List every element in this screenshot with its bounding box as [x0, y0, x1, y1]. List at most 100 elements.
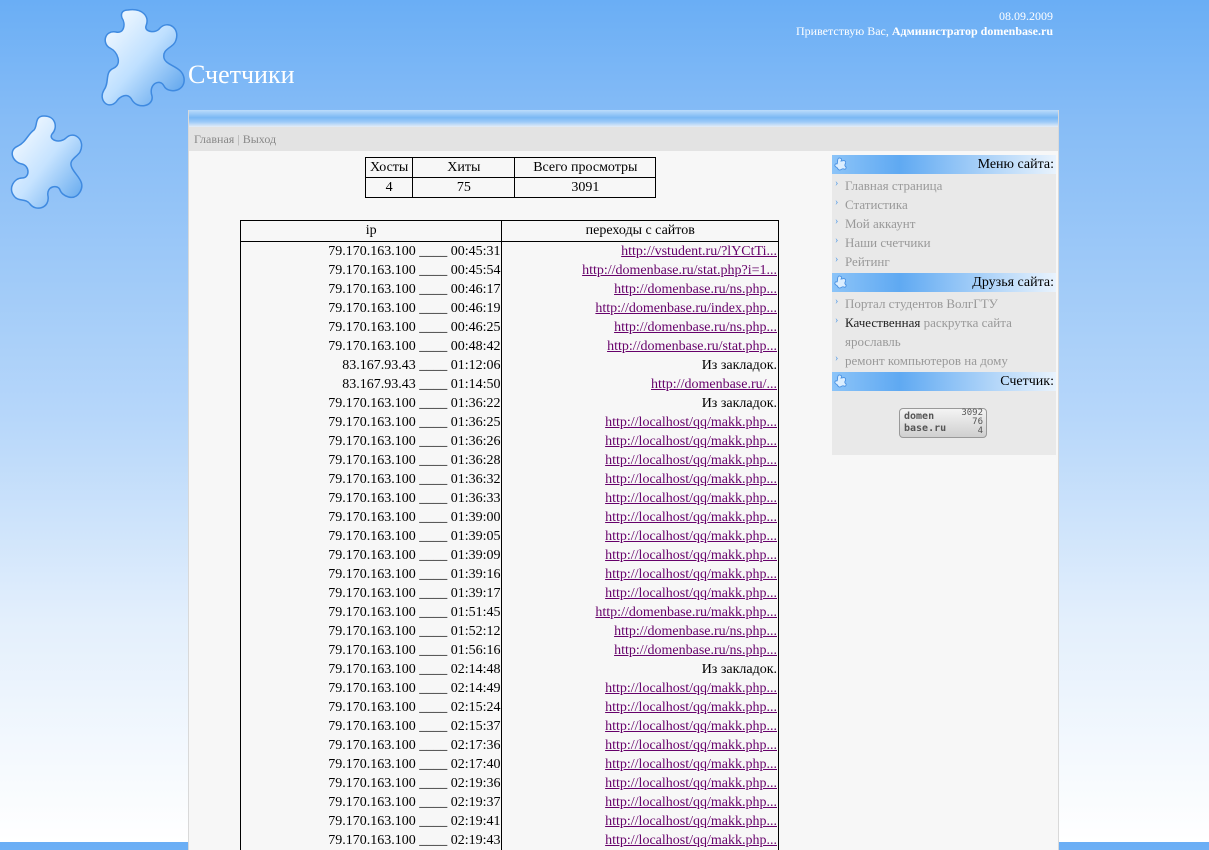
- visit-referrer-cell: http://localhost/qq/makk.php...: [502, 546, 779, 565]
- table-row: 79.170.163.100 ____ 01:39:00 http://local…: [241, 508, 779, 527]
- visit-referrer-cell: http://localhost/qq/makk.php...: [502, 736, 779, 755]
- nav-logout-link[interactable]: Выход: [243, 132, 276, 146]
- menu-item-statistics[interactable]: ›Статистика: [832, 195, 1056, 214]
- menu-item-label: Мой аккаунт: [845, 216, 915, 231]
- puzzle-piece-icon: [834, 374, 848, 388]
- visit-ip-time: 79.170.163.100 ____ 00:48:42: [241, 337, 502, 356]
- referrer-link[interactable]: http://vstudent.ru/?lYCtTi...: [621, 244, 777, 259]
- referrer-link[interactable]: http://domenbase.ru/makk.php...: [595, 605, 777, 620]
- referrer-link[interactable]: http://domenbase.ru/stat.php?i=1...: [582, 263, 777, 278]
- referrer-link[interactable]: http://domenbase.ru/ns.php...: [614, 282, 777, 297]
- table-row: 79.170.163.100 ____ 01:51:45http://domen…: [241, 603, 779, 622]
- menu-item-account[interactable]: ›Мой аккаунт: [832, 214, 1056, 233]
- table-row: 79.170.163.100 ____ 02:15:37 http://local…: [241, 717, 779, 736]
- puzzle-piece-icon: [834, 275, 848, 289]
- menu-block-title: Меню сайта:: [978, 157, 1054, 172]
- visit-referrer-cell: http://localhost/qq/makk.php...: [502, 470, 779, 489]
- frame-top-bar: [189, 110, 1058, 127]
- visit-referrer-cell: http://localhost/qq/makk.php...: [502, 698, 779, 717]
- menu-item-label: Статистика: [845, 197, 908, 212]
- top-nav: Главная | Выход: [189, 127, 1058, 151]
- table-row: 79.170.163.100 ____ 02:17:36 http://local…: [241, 736, 779, 755]
- referrer-link[interactable]: http://domenbase.ru/ns.php...: [614, 320, 777, 335]
- referrer-link[interactable]: http://localhost/qq/makk.php...: [605, 814, 777, 829]
- visit-referrer-cell: http://domenbase.ru/stat.php?i=1...: [502, 261, 779, 280]
- referrer-link[interactable]: http://localhost/qq/makk.php...: [605, 529, 777, 544]
- referrer-link[interactable]: http://localhost/qq/makk.php...: [605, 757, 777, 772]
- visit-referrer-cell: http://localhost/qq/makk.php...: [502, 489, 779, 508]
- summary-value-row: 4 75 3091: [366, 178, 656, 198]
- visit-ip-time: 79.170.163.100 ____ 00:45:31: [241, 242, 502, 262]
- referrer-link[interactable]: http://localhost/qq/makk.php...: [605, 510, 777, 525]
- referrer-link[interactable]: http://localhost/qq/makk.php...: [605, 586, 777, 601]
- referrer-link[interactable]: http://domenbase.ru/ns.php...: [614, 624, 777, 639]
- menu-item-label: Главная страница: [845, 178, 942, 193]
- visit-ip-time: 83.167.93.43 ____ 01:14:50: [241, 375, 502, 394]
- referrer-link[interactable]: http://domenbase.ru/stat.php...: [607, 339, 777, 354]
- table-row: 83.167.93.43 ____ 01:12:06Из закладок.: [241, 356, 779, 375]
- friend-link-volggtu[interactable]: ›Портал студентов ВолгГТУ: [832, 294, 1056, 313]
- arrow-bullet-icon: ›: [835, 231, 838, 250]
- counter-badge-line1: domen: [904, 411, 934, 422]
- menu-block-list: ›Главная страница ›Статистика ›Мой аккау…: [832, 174, 1056, 273]
- menu-item-counters[interactable]: ›Наши счетчики: [832, 233, 1056, 252]
- referrer-link[interactable]: http://localhost/qq/makk.php...: [605, 700, 777, 715]
- referrer-link[interactable]: http://localhost/qq/makk.php...: [605, 434, 777, 449]
- counter-badge-hosts: 4: [961, 427, 983, 436]
- visit-ip-time: 79.170.163.100 ____ 02:15:37: [241, 717, 502, 736]
- table-row: 79.170.163.100 ____ 01:36:28http://local…: [241, 451, 779, 470]
- referrer-link[interactable]: http://localhost/qq/makk.php...: [605, 681, 777, 696]
- table-row: 79.170.163.100 ____ 02:14:49http://local…: [241, 679, 779, 698]
- referrer-link[interactable]: http://localhost/qq/makk.php...: [605, 795, 777, 810]
- puzzle-piece-icon: [834, 157, 848, 171]
- visit-referrer-text: Из закладок.: [502, 394, 779, 413]
- referrer-link[interactable]: http://domenbase.ru/ns.php...: [614, 643, 777, 658]
- referrer-link[interactable]: http://localhost/qq/makk.php...: [605, 415, 777, 430]
- referrer-link[interactable]: http://localhost/qq/makk.php...: [605, 833, 777, 848]
- visit-ip-time: 79.170.163.100 ____ 00:46:17: [241, 280, 502, 299]
- referrer-link[interactable]: http://localhost/qq/makk.php...: [605, 719, 777, 734]
- header-info: 08.09.2009 Приветствую Вас, Администрато…: [796, 9, 1053, 39]
- table-row: 79.170.163.100 ____ 02:14:48Из закладок.: [241, 660, 779, 679]
- visit-ip-time: 79.170.163.100 ____ 02:19:43: [241, 831, 502, 850]
- table-row: 79.170.163.100 ____ 01:39:09http://local…: [241, 546, 779, 565]
- visit-referrer-cell: http://localhost/qq/makk.php...: [502, 565, 779, 584]
- referrer-link[interactable]: http://localhost/qq/makk.php...: [605, 472, 777, 487]
- referrer-link[interactable]: http://localhost/qq/makk.php...: [605, 491, 777, 506]
- visit-ip-time: 79.170.163.100 ____ 02:19:41: [241, 812, 502, 831]
- referrer-link[interactable]: http://localhost/qq/makk.php...: [605, 453, 777, 468]
- referrer-link[interactable]: http://localhost/qq/makk.php...: [605, 567, 777, 582]
- menu-item-home[interactable]: ›Главная страница: [832, 176, 1056, 195]
- friend-link-label-dark: Качественная: [845, 315, 920, 330]
- nav-home-link[interactable]: Главная: [194, 132, 234, 146]
- visit-ip-time: 79.170.163.100 ____ 01:39:17: [241, 584, 502, 603]
- visit-ip-time: 79.170.163.100 ____ 01:39:00: [241, 508, 502, 527]
- visit-referrer-cell: http://localhost/qq/makk.php...: [502, 755, 779, 774]
- visit-ip-time: 79.170.163.100 ____ 01:36:32: [241, 470, 502, 489]
- friend-link-repair[interactable]: ›ремонт компьютеров на дому: [832, 351, 1056, 370]
- referrer-link[interactable]: http://domenbase.ru/...: [651, 377, 777, 392]
- visit-ip-time: 79.170.163.100 ____ 01:56:16: [241, 641, 502, 660]
- referrer-link[interactable]: http://localhost/qq/makk.php...: [605, 548, 777, 563]
- table-row: 79.170.163.100 ____ 02:19:41 http://local…: [241, 812, 779, 831]
- menu-item-rating[interactable]: ›Рейтинг: [832, 252, 1056, 271]
- visit-referrer-cell: http://localhost/qq/makk.php...: [502, 527, 779, 546]
- summary-header-views: Всего просмотры: [515, 158, 656, 178]
- visit-referrer-text: Из закладок.: [502, 660, 779, 679]
- visit-referrer-cell: http://domenbase.ru/ns.php...: [502, 318, 779, 337]
- visit-referrer-cell: http://localhost/qq/makk.php...: [502, 451, 779, 470]
- referrer-link[interactable]: http://localhost/qq/makk.php...: [605, 776, 777, 791]
- visit-ip-time: 79.170.163.100 ____ 02:17:36: [241, 736, 502, 755]
- referrer-link[interactable]: http://localhost/qq/makk.php...: [605, 738, 777, 753]
- summary-table: Хосты Хиты Всего просмотры 4 75 3091: [365, 157, 656, 198]
- visit-ip-time: 79.170.163.100 ____ 02:14:48: [241, 660, 502, 679]
- visit-referrer-cell: http://localhost/qq/makk.php...: [502, 812, 779, 831]
- arrow-bullet-icon: ›: [835, 250, 838, 269]
- table-row: 79.170.163.100 ____ 01:56:16 http://domen…: [241, 641, 779, 660]
- friend-link-promotion[interactable]: ›Качественная раскрутка сайта ярославль: [832, 313, 1056, 351]
- visits-header-row: ip переходы с сайтов: [241, 221, 779, 242]
- referrer-link[interactable]: http://domenbase.ru/index.php...: [595, 301, 777, 316]
- table-row: 79.170.163.100 ____ 02:19:36http://local…: [241, 774, 779, 793]
- counter-badge[interactable]: domen base.ru 3092 76 4: [899, 408, 987, 438]
- counter-block-body: domen base.ru 3092 76 4: [832, 391, 1056, 455]
